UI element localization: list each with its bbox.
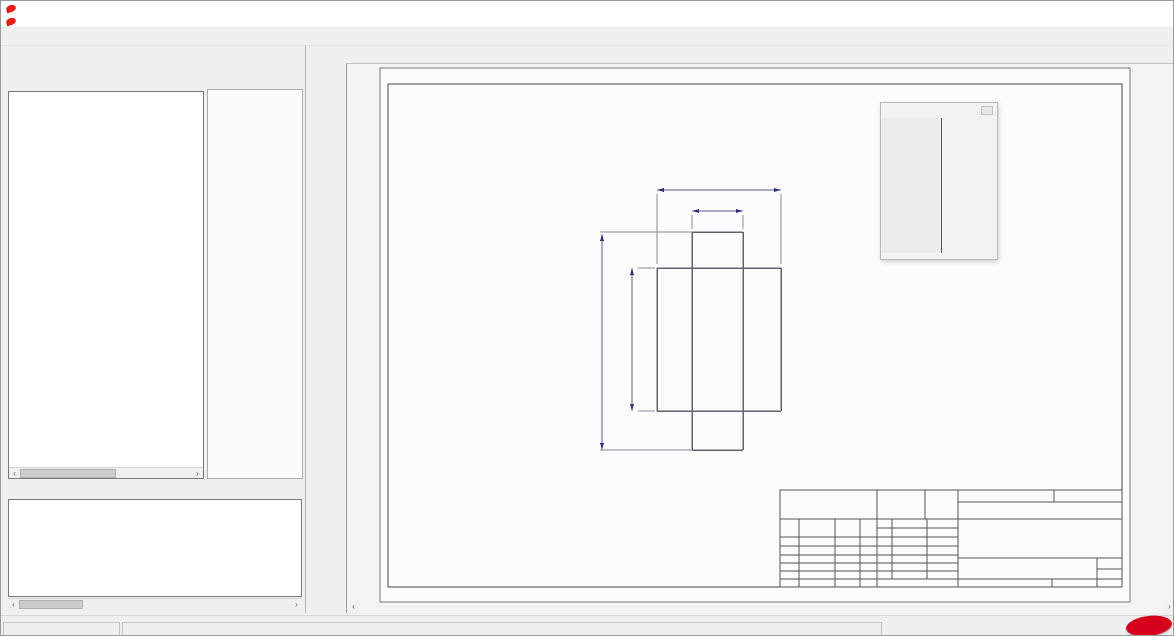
menu-bar bbox=[1, 16, 1174, 28]
list-hscrollbar[interactable]: ‹ › bbox=[8, 598, 302, 609]
sheet-outer-frame bbox=[380, 68, 1130, 602]
scroll-right-icon[interactable]: › bbox=[291, 599, 302, 610]
drawing-canvas[interactable]: ‹ › bbox=[346, 63, 1174, 613]
objektname-header bbox=[208, 90, 302, 94]
model-tree[interactable]: ‹ › bbox=[8, 91, 204, 479]
datasolid-logo bbox=[1125, 613, 1173, 636]
scroll-thumb[interactable] bbox=[19, 600, 83, 609]
canvas-hscrollbar[interactable]: ‹ › bbox=[347, 601, 1174, 613]
tree-hscrollbar[interactable]: ‹ › bbox=[9, 467, 203, 478]
scroll-left-icon[interactable]: ‹ bbox=[8, 599, 19, 610]
statusbar-cell bbox=[122, 622, 882, 636]
restore-button[interactable] bbox=[1117, 1, 1146, 16]
minimize-button[interactable] bbox=[1088, 1, 1117, 16]
status-bar bbox=[1, 615, 1174, 636]
objektname-panel bbox=[207, 89, 303, 479]
scroll-left-icon[interactable]: ‹ bbox=[9, 468, 20, 479]
scroll-right-icon[interactable]: › bbox=[1164, 601, 1174, 612]
title-bar bbox=[1, 1, 1174, 16]
drawing-sheet bbox=[347, 64, 1174, 614]
app-logo-icon bbox=[5, 4, 17, 14]
status-window-close-icon[interactable] bbox=[981, 106, 993, 115]
statusbar-cell bbox=[3, 622, 120, 636]
standard-toolbar bbox=[1, 28, 1174, 46]
project-panel: ‹ › ‹ › bbox=[1, 46, 306, 613]
status-window-divider bbox=[941, 118, 942, 253]
scroll-right-icon[interactable]: › bbox=[192, 468, 203, 479]
cad-tools-toolbar bbox=[306, 46, 346, 613]
view-toolbar bbox=[346, 46, 1174, 63]
scroll-thumb[interactable] bbox=[20, 469, 116, 478]
caddy-main-window: ‹ › ‹ › bbox=[0, 0, 1174, 636]
status-window[interactable] bbox=[880, 102, 998, 260]
status-window-body bbox=[881, 118, 940, 253]
selection-list[interactable] bbox=[8, 499, 302, 597]
scroll-left-icon[interactable]: ‹ bbox=[348, 601, 359, 612]
document-logo-icon bbox=[5, 17, 17, 27]
close-button[interactable] bbox=[1146, 1, 1174, 16]
